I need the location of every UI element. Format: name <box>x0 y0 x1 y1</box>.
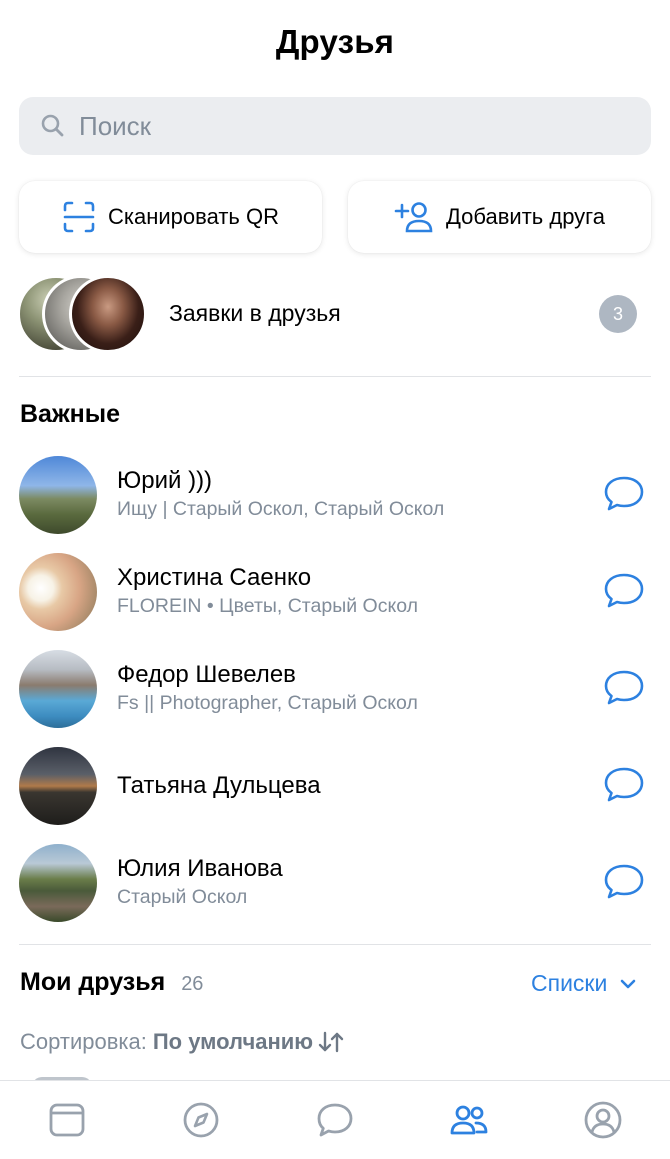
friend-name: Юрий ))) <box>117 467 213 494</box>
friend-subtitle: Ищу | Старый Оскол, Старый Оскол <box>117 498 445 520</box>
divider <box>19 944 651 945</box>
search-bar[interactable] <box>19 97 651 155</box>
friend-requests-row[interactable]: Заявки в друзья 3 <box>0 268 670 360</box>
avatar <box>19 844 97 922</box>
message-bubble-icon[interactable] <box>602 668 646 708</box>
sort-label: Сортировка: <box>20 1029 147 1054</box>
sort-control[interactable]: Сортировка: По умолчанию <box>20 1029 345 1055</box>
friend-row[interactable]: Татьяна Дульцева <box>0 738 670 835</box>
message-icon[interactable] <box>315 1100 355 1140</box>
header: Друзья <box>0 0 670 84</box>
avatar <box>19 456 97 534</box>
friend-name: Христина Саенко <box>117 564 312 591</box>
add-friend-label: Добавить друга <box>446 204 605 229</box>
message-bubble-icon[interactable] <box>602 765 646 805</box>
friend-row[interactable]: Федор Шевелев Fs || Photographer, Старый… <box>0 641 670 738</box>
search-input[interactable] <box>79 110 599 142</box>
add-user-icon <box>394 202 433 233</box>
avatar <box>19 747 97 825</box>
friends-icon[interactable] <box>449 1100 489 1140</box>
my-friends-count: 26 <box>181 973 204 995</box>
compass-icon[interactable] <box>181 1100 221 1140</box>
chevron-down-icon <box>621 979 636 988</box>
tab-bar <box>0 1080 670 1159</box>
message-bubble-icon[interactable] <box>602 474 646 514</box>
request-avatar-3 <box>69 275 147 353</box>
newsfeed-icon[interactable] <box>47 1100 87 1140</box>
add-friend-button[interactable]: Добавить друга <box>348 181 651 253</box>
my-friends-header: Мои друзья 26 <box>20 968 203 997</box>
friend-row[interactable]: Христина Саенко FLOREIN • Цветы, Старый … <box>0 544 670 641</box>
message-bubble-icon[interactable] <box>602 862 646 902</box>
avatar <box>19 650 97 728</box>
scan-qr-button[interactable]: Сканировать QR <box>19 181 322 253</box>
friend-name: Федор Шевелев <box>117 661 296 688</box>
important-section-title: Важные <box>20 400 121 428</box>
friend-subtitle: Старый Оскол <box>117 886 248 908</box>
qr-scan-icon <box>63 201 95 233</box>
my-friends-title: Мои друзья <box>20 968 166 996</box>
friend-requests-label: Заявки в друзья <box>169 300 341 326</box>
avatar <box>19 553 97 631</box>
friend-name: Юлия Иванова <box>117 855 283 882</box>
search-icon <box>41 114 64 137</box>
message-bubble-icon[interactable] <box>602 571 646 611</box>
friend-subtitle: Fs || Photographer, Старый Оскол <box>117 692 418 714</box>
scan-qr-label: Сканировать QR <box>108 204 279 229</box>
friend-row[interactable]: Юрий ))) Ищу | Старый Оскол, Старый Оско… <box>0 447 670 544</box>
friend-name: Татьяна Дульцева <box>117 772 321 799</box>
page-title: Друзья <box>275 23 395 60</box>
divider <box>19 376 651 377</box>
friend-subtitle: FLOREIN • Цветы, Старый Оскол <box>117 595 418 617</box>
sort-arrows-icon <box>318 1031 344 1053</box>
lists-label: Списки <box>531 970 608 996</box>
profile-icon[interactable] <box>583 1100 623 1140</box>
friend-row[interactable]: Юлия Иванова Старый Оскол <box>0 835 670 932</box>
lists-dropdown[interactable]: Списки <box>531 970 639 997</box>
requests-count-badge: 3 <box>599 295 637 333</box>
sort-value: По умолчанию <box>152 1029 314 1054</box>
